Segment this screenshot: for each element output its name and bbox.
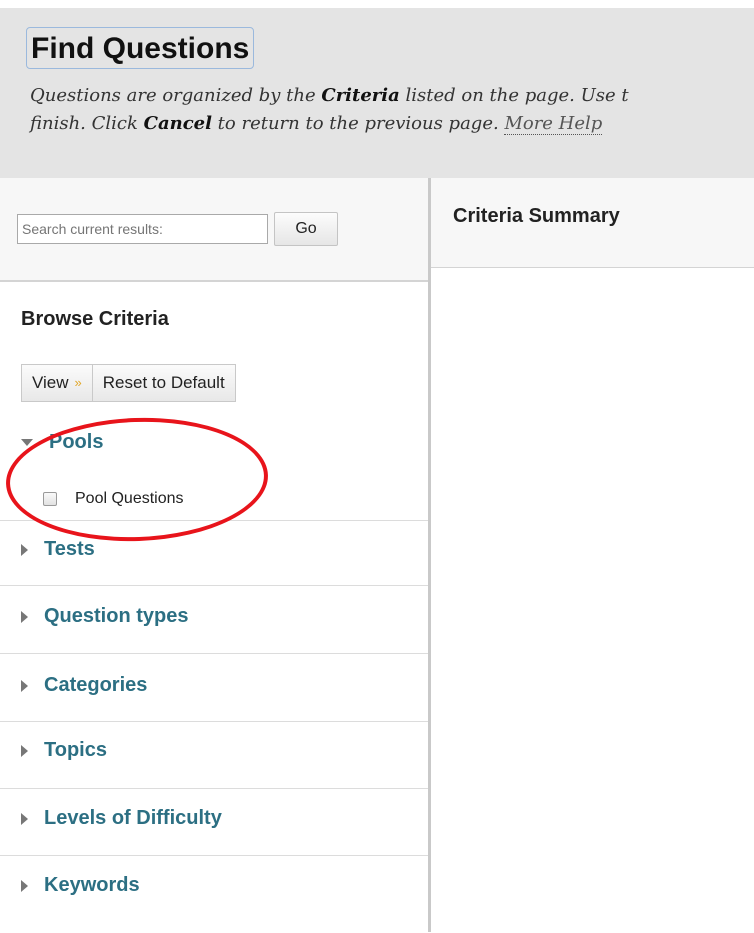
section-tests[interactable]: Tests xyxy=(21,538,95,561)
collapsed-triangle-icon xyxy=(21,679,28,692)
criteria-summary-title: Criteria Summary xyxy=(453,205,620,227)
view-button[interactable]: View » xyxy=(21,364,93,402)
section-levels-of-difficulty[interactable]: Levels of Difficulty xyxy=(21,807,222,830)
criteria-summary-panel: Criteria Summary xyxy=(431,178,754,932)
collapsed-triangle-icon xyxy=(21,744,28,757)
view-button-label: View xyxy=(32,373,69,392)
collapsed-triangle-icon xyxy=(21,543,28,556)
instructions-part: finish. Click xyxy=(30,113,144,134)
browse-criteria-title: Browse Criteria xyxy=(21,308,169,330)
instructions-part: listed on the page. Use t xyxy=(399,85,629,106)
section-label: Question types xyxy=(44,605,189,627)
collapsed-triangle-icon xyxy=(21,610,28,623)
page-title: Find Questions xyxy=(26,27,255,69)
instructions-criteria: Criteria xyxy=(321,85,400,106)
section-label: Tests xyxy=(44,538,95,560)
instructions-cancel: Cancel xyxy=(143,113,212,134)
collapsed-triangle-icon xyxy=(21,879,28,892)
instructions-part: Questions are organized by the xyxy=(30,85,322,106)
section-keywords[interactable]: Keywords xyxy=(21,874,140,897)
search-input[interactable] xyxy=(17,214,268,244)
go-button[interactable]: Go xyxy=(274,212,338,246)
search-bar: Go xyxy=(0,178,428,282)
chevron-down-icon: » xyxy=(74,375,82,390)
page-header: Find Questions Questions are organized b… xyxy=(0,8,754,178)
more-help-link[interactable]: More Help xyxy=(504,113,603,135)
criteria-summary-header: Criteria Summary xyxy=(431,178,754,268)
instructions-part: to return to the previous page. xyxy=(211,113,505,134)
section-label: Keywords xyxy=(44,874,140,896)
section-label: Levels of Difficulty xyxy=(44,807,222,829)
browse-panel: Go Browse Criteria View » Reset to Defau… xyxy=(0,178,428,932)
section-question-types[interactable]: Question types xyxy=(21,605,188,628)
collapsed-triangle-icon xyxy=(21,812,28,825)
section-label: Categories xyxy=(44,674,148,696)
section-label: Topics xyxy=(44,739,107,761)
reset-to-default-button[interactable]: Reset to Default xyxy=(92,364,236,402)
section-categories[interactable]: Categories xyxy=(21,674,147,697)
instructions-text: Questions are organized by the Criteria … xyxy=(30,82,754,138)
browse-toolbar: View » Reset to Default xyxy=(21,364,236,402)
section-topics[interactable]: Topics xyxy=(21,739,107,762)
